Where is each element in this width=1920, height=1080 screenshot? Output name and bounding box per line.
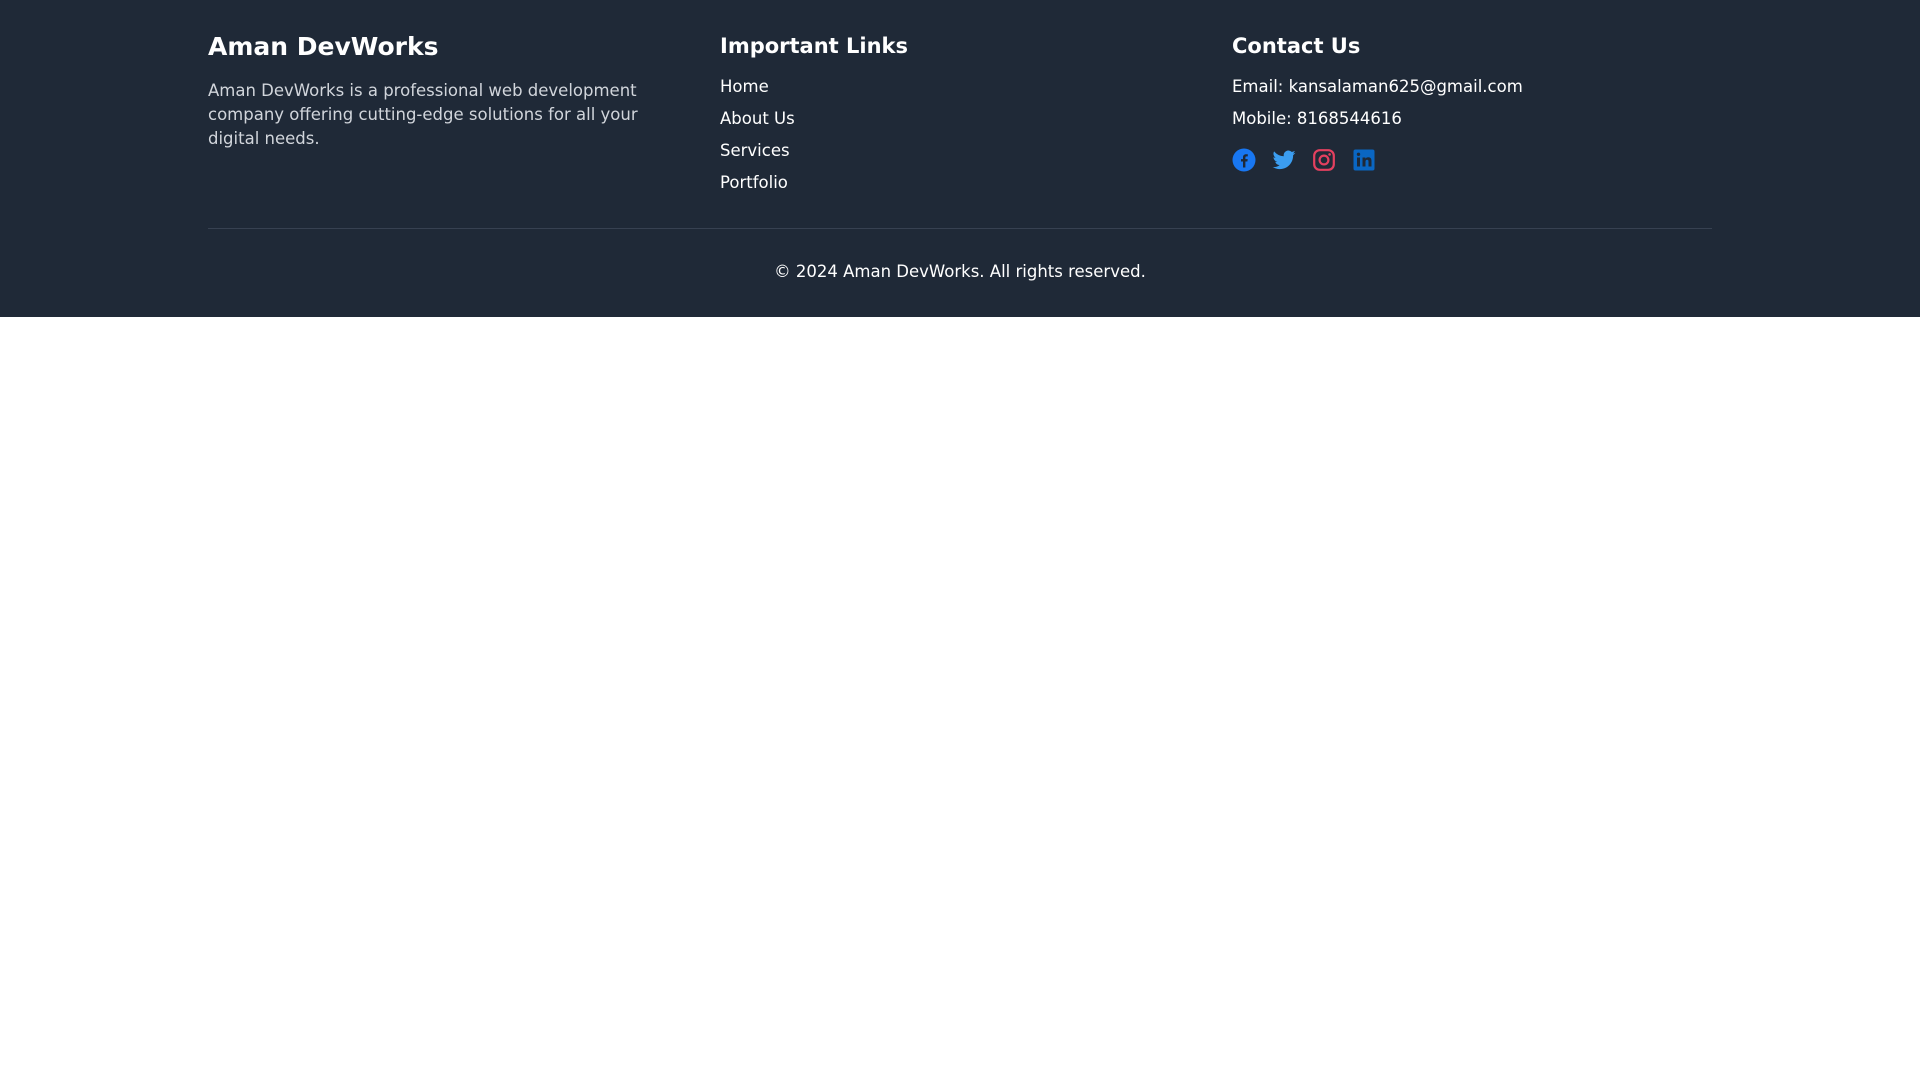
footer-divider: [208, 228, 1712, 229]
copyright-text: © 2024 Aman DevWorks. All rights reserve…: [774, 262, 1146, 281]
site-footer: Aman DevWorks Aman DevWorks is a profess…: [0, 0, 1920, 317]
footer-container: Aman DevWorks Aman DevWorks is a profess…: [208, 0, 1712, 317]
link-services[interactable]: Services: [720, 141, 790, 160]
twitter-icon: [1272, 150, 1296, 170]
links-heading: Important Links: [720, 34, 909, 58]
facebook-link[interactable]: [1232, 148, 1256, 172]
brand-title: Aman DevWorks: [208, 32, 439, 61]
instagram-link[interactable]: [1312, 148, 1336, 172]
linkedin-link[interactable]: [1352, 148, 1376, 172]
link-about-us[interactable]: About Us: [720, 109, 795, 128]
link-home[interactable]: Home: [720, 77, 769, 96]
links-list-item: About Us: [720, 108, 795, 140]
links-list-item: Services: [720, 140, 795, 172]
social-links: [1232, 148, 1376, 172]
links-list-item: Home: [720, 76, 795, 108]
brand-description: Aman DevWorks is a professional web deve…: [208, 81, 638, 148]
facebook-icon: [1232, 148, 1256, 172]
twitter-link[interactable]: [1272, 148, 1296, 172]
links-list-item: Portfolio: [720, 172, 795, 204]
instagram-icon: [1313, 149, 1335, 171]
contact-email: Email: kansalaman625@gmail.com: [1232, 77, 1523, 96]
contact-mobile: Mobile: 8168544616: [1232, 109, 1402, 128]
contact-heading: Contact Us: [1232, 34, 1361, 58]
links-list: Home About Us Services Portfolio: [720, 76, 795, 204]
link-portfolio[interactable]: Portfolio: [720, 173, 788, 192]
linkedin-icon: [1353, 149, 1375, 171]
